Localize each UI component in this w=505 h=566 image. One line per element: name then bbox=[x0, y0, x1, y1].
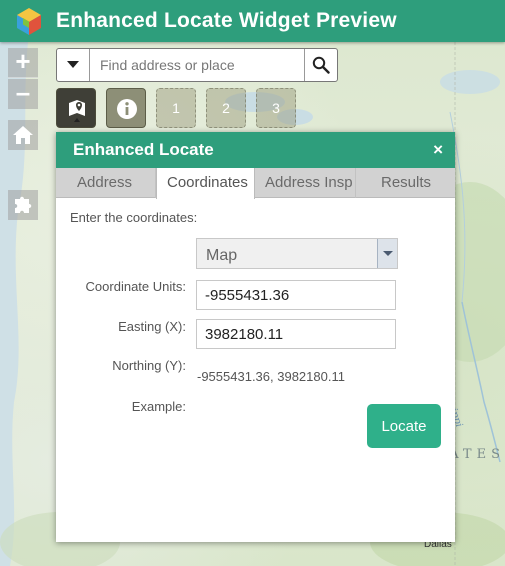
map-pin-icon bbox=[69, 100, 85, 122]
close-icon[interactable]: × bbox=[433, 140, 443, 160]
zoom-out-button[interactable]: – bbox=[8, 79, 38, 109]
home-icon bbox=[13, 126, 33, 144]
easting-field[interactable] bbox=[196, 280, 396, 310]
search-source-dropdown[interactable] bbox=[57, 49, 90, 81]
panel-title: Enhanced Locate bbox=[73, 140, 214, 159]
search-icon bbox=[312, 56, 330, 74]
select-arrow[interactable] bbox=[377, 239, 397, 268]
easting-label: Easting (X): bbox=[118, 319, 186, 334]
app-title: Enhanced Locate Widget Preview bbox=[56, 9, 397, 32]
northing-field[interactable] bbox=[196, 319, 396, 349]
tab-results[interactable]: Results bbox=[356, 168, 455, 198]
search-button[interactable] bbox=[304, 49, 337, 81]
placeholder-tool-2[interactable]: 2 bbox=[206, 88, 246, 128]
example-label: Example: bbox=[131, 399, 186, 414]
map-label-states: ATES bbox=[449, 447, 505, 462]
coordinate-units-select[interactable]: Map bbox=[196, 238, 398, 269]
tab-bar: Address Coordinates Address Insp Results bbox=[56, 168, 455, 199]
panel-header: Enhanced Locate × bbox=[56, 132, 455, 168]
zoom-in-button[interactable]: + bbox=[8, 48, 38, 78]
placeholder-tool-1[interactable]: 1 bbox=[156, 88, 196, 128]
units-value: Map bbox=[206, 247, 238, 264]
search-input[interactable] bbox=[90, 49, 304, 81]
caret-down-icon bbox=[67, 61, 79, 68]
tab-coordinates[interactable]: Coordinates bbox=[156, 168, 255, 199]
search-bar bbox=[56, 48, 338, 82]
app-logo-icon bbox=[14, 6, 44, 36]
info-icon bbox=[117, 99, 137, 119]
app-header: Enhanced Locate Widget Preview bbox=[0, 0, 505, 42]
units-label: Coordinate Units: bbox=[85, 279, 186, 294]
widgets-button[interactable] bbox=[8, 190, 38, 220]
enhanced-locate-panel: Enhanced Locate × Address Coordinates Ad… bbox=[56, 132, 455, 542]
tab-address-inspector[interactable]: Address Insp bbox=[255, 168, 356, 198]
enhanced-locate-tool-button[interactable] bbox=[56, 88, 96, 128]
home-button[interactable] bbox=[8, 120, 38, 150]
locate-button[interactable]: Locate bbox=[367, 404, 441, 448]
placeholder-tool-3[interactable]: 3 bbox=[256, 88, 296, 128]
form-intro: Enter the coordinates: bbox=[70, 210, 198, 225]
example-value: -9555431.36, 3982180.11 bbox=[197, 369, 345, 384]
tab-address[interactable]: Address bbox=[56, 168, 156, 198]
info-tool-button[interactable] bbox=[106, 88, 146, 128]
caret-down-icon bbox=[382, 250, 393, 256]
puzzle-icon bbox=[15, 196, 32, 213]
northing-label: Northing (Y): bbox=[112, 358, 186, 373]
